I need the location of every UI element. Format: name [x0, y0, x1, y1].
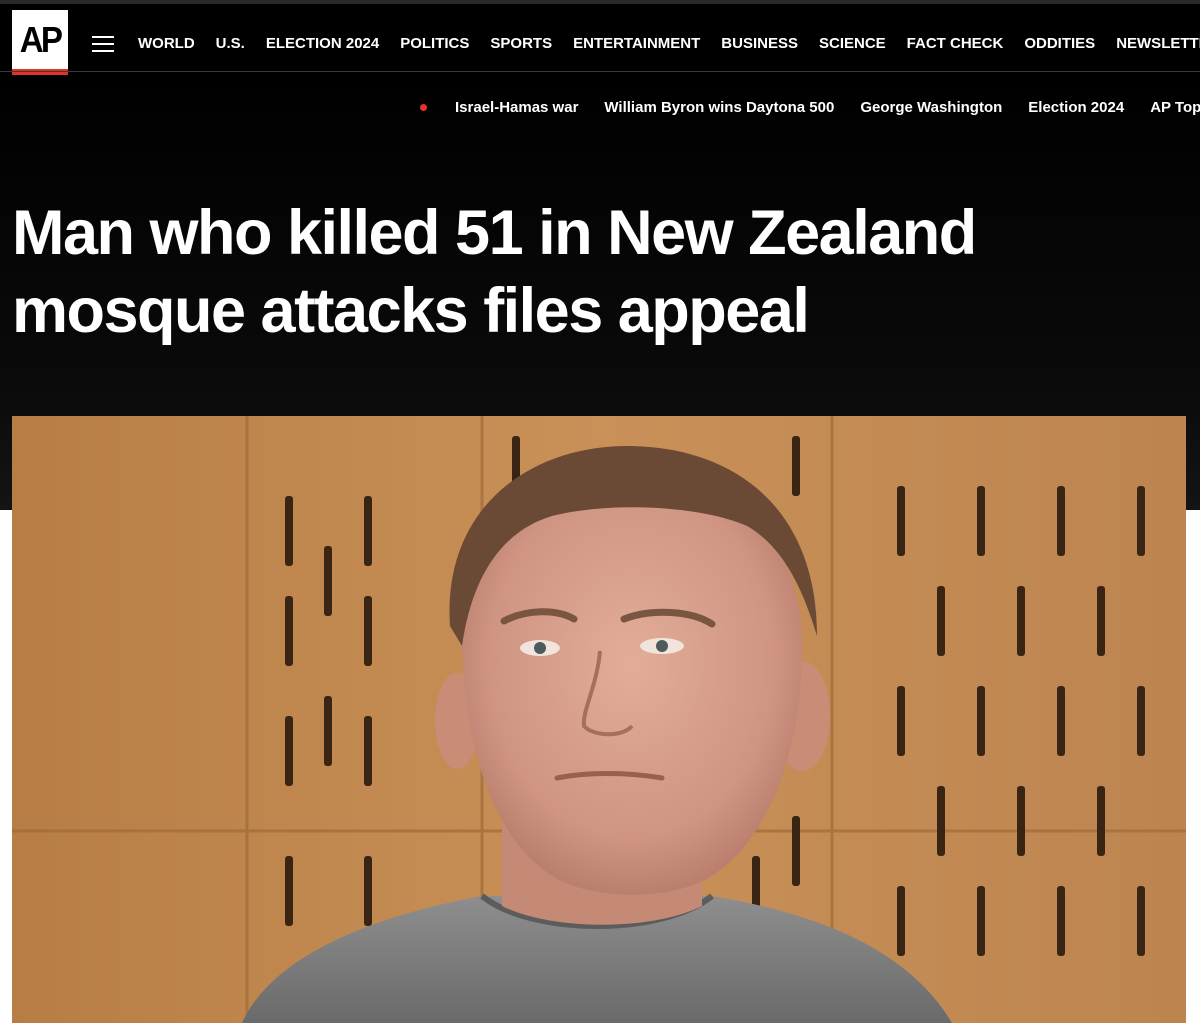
top-navigation-bar: AP WORLD U.S. ELECTION 2024 POLITICS SPORTS E…: [0, 0, 1200, 80]
trending-item-ap-top-25[interactable]: AP Top 25: [1150, 98, 1200, 118]
hamburger-icon[interactable]: [92, 36, 114, 52]
nav-item-oddities[interactable]: ODDITIES: [1024, 34, 1095, 54]
ap-logo-text: AP: [19, 18, 63, 60]
lead-photo[interactable]: [12, 416, 1186, 1023]
trending-item-george-washington[interactable]: George Washington: [860, 98, 1002, 118]
page: AP WORLD U.S. ELECTION 2024 POLITICS SPORTS E…: [0, 0, 1200, 1023]
nav-item-entertainment[interactable]: ENTERTAINMENT: [573, 34, 700, 54]
trending-bar: Israel-Hamas war William Byron wins Dayto…: [420, 98, 1200, 118]
nav-item-politics[interactable]: POLITICS: [400, 34, 469, 54]
nav-item-world[interactable]: WORLD: [138, 34, 195, 54]
article-headline: Man who killed 51 in New Zealand mosque …: [12, 198, 977, 346]
trending-item-israel-hamas-war[interactable]: Israel-Hamas war: [455, 98, 578, 118]
header-divider: [0, 71, 1200, 72]
trending-item-daytona-500[interactable]: William Byron wins Daytona 500: [604, 98, 834, 118]
nav-item-election-2024[interactable]: ELECTION 2024: [266, 34, 379, 54]
lead-photo-image: [12, 416, 1186, 1023]
live-dot-icon: [420, 103, 427, 111]
nav-item-sports[interactable]: SPORTS: [490, 34, 552, 54]
nav-item-newsletters[interactable]: NEWSLETTERS: [1116, 34, 1200, 54]
main-nav: WORLD U.S. ELECTION 2024 POLITICS SPORTS ENTE…: [138, 34, 1200, 54]
nav-item-us[interactable]: U.S.: [216, 34, 245, 54]
nav-item-science[interactable]: SCIENCE: [819, 34, 886, 54]
nav-item-business[interactable]: BUSINESS: [721, 34, 798, 54]
nav-item-fact-check[interactable]: FACT CHECK: [907, 34, 1004, 54]
ap-logo[interactable]: AP: [12, 10, 68, 75]
trending-item-election-2024[interactable]: Election 2024: [1028, 98, 1124, 118]
